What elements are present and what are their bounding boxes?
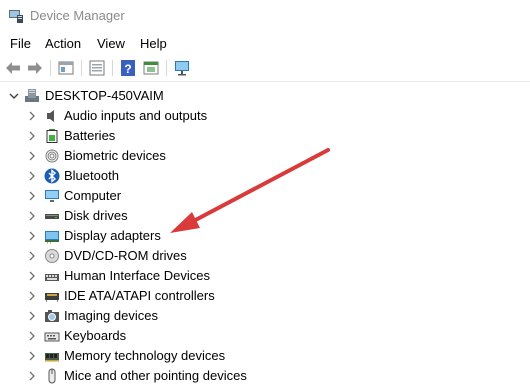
chevron-right-icon[interactable] [26,250,38,262]
tree-item-label: Imaging devices [64,308,158,323]
chevron-right-icon[interactable] [26,370,38,382]
tree-item[interactable]: Mice and other pointing devices [0,366,530,386]
tree-item-label: Computer [64,188,122,203]
chevron-right-icon[interactable] [26,230,38,242]
fingerprint-icon [45,149,59,163]
tree-item-label: IDE ATA/ATAPI controllers [64,288,215,303]
chevron-right-icon[interactable] [26,210,38,222]
back-arrow-icon[interactable] [4,59,22,77]
chevron-right-icon[interactable] [26,290,38,302]
battery-icon [46,129,58,143]
chevron-right-icon[interactable] [26,150,38,162]
tree-item[interactable]: Human Interface Devices [0,266,530,286]
toolbar-separator [112,60,113,76]
display-adapter-icon [45,231,59,244]
tree-item[interactable]: Computer [0,186,530,206]
tree-item[interactable]: Bluetooth [0,166,530,186]
chevron-right-icon[interactable] [26,270,38,282]
disk-drive-icon [45,214,59,219]
menu-view[interactable]: View [97,36,125,51]
chevron-right-icon[interactable] [26,190,38,202]
tree-item[interactable]: Keyboards [0,326,530,346]
tree-item-label: Batteries [64,128,116,143]
menu-help[interactable]: Help [140,36,167,51]
hid-icon [45,274,59,281]
tree-item-label: Biometric devices [64,148,166,163]
tree-item[interactable]: Disk drives [0,206,530,226]
memory-device-icon [45,353,59,362]
tree-root-label: DESKTOP-450VAIM [45,88,164,103]
tree-item[interactable]: Batteries [0,126,530,146]
toolbar-separator [50,60,51,76]
tree-item[interactable]: Imaging devices [0,306,530,326]
svg-text:?: ? [124,62,131,76]
tree-item[interactable]: Audio inputs and outputs [0,106,530,126]
chevron-down-icon[interactable] [8,90,20,102]
ide-controller-icon [45,293,59,302]
chevron-right-icon[interactable] [26,130,38,142]
computer-monitor-icon [45,190,59,202]
chevron-right-icon[interactable] [26,350,38,362]
tree-item-label: Disk drives [64,208,128,223]
help-icon[interactable]: ? [119,59,137,77]
tree-item-label: Display adapters [64,228,161,243]
tree-item-label: Mice and other pointing devices [64,368,247,383]
tree-root[interactable]: DESKTOP-450VAIM [0,86,530,106]
tree-item-label: Memory technology devices [64,348,226,363]
properties-icon[interactable] [57,59,75,77]
computer-tower-icon [25,89,39,102]
menu-bar: File Action View Help [0,34,530,54]
chevron-right-icon[interactable] [26,330,38,342]
toolbar: ? [0,55,530,82]
chevron-right-icon[interactable] [26,170,38,182]
menu-file[interactable]: File [10,36,31,51]
bluetooth-icon [44,168,60,184]
tree-item-label: Audio inputs and outputs [64,108,208,123]
title-bar: Device Manager [0,0,530,32]
device-tree: DESKTOP-450VAIM Audio inputs and outputs… [0,86,530,390]
toolbar-separator [166,60,167,76]
tree-item[interactable]: Memory technology devices [0,346,530,366]
chevron-right-icon[interactable] [26,110,38,122]
camera-icon [45,310,59,322]
device-manager-icon [9,10,23,23]
tree-item-label: DVD/CD-ROM drives [64,248,187,263]
tree-item-label: Human Interface Devices [64,268,210,283]
list-view-icon[interactable] [88,59,106,77]
monitor-scan-icon[interactable] [173,59,191,77]
speaker-icon [47,110,54,122]
tree-item[interactable]: IDE ATA/ATAPI controllers [0,286,530,306]
tree-item-label: Keyboards [64,328,127,343]
window-title: Device Manager [30,8,125,23]
tree-item[interactable]: DVD/CD-ROM drives [0,246,530,266]
toolbar-separator [81,60,82,76]
console-tree-icon[interactable] [142,59,160,77]
keyboard-icon [44,332,60,342]
tree-item[interactable]: Biometric devices [0,146,530,166]
menu-action[interactable]: Action [45,36,81,51]
mouse-icon [48,368,56,384]
tree-item-label: Bluetooth [64,168,119,183]
optical-drive-icon [45,249,59,263]
chevron-right-icon[interactable] [26,310,38,322]
forward-arrow-icon[interactable] [26,59,44,77]
tree-item[interactable]: Display adapters [0,226,530,246]
